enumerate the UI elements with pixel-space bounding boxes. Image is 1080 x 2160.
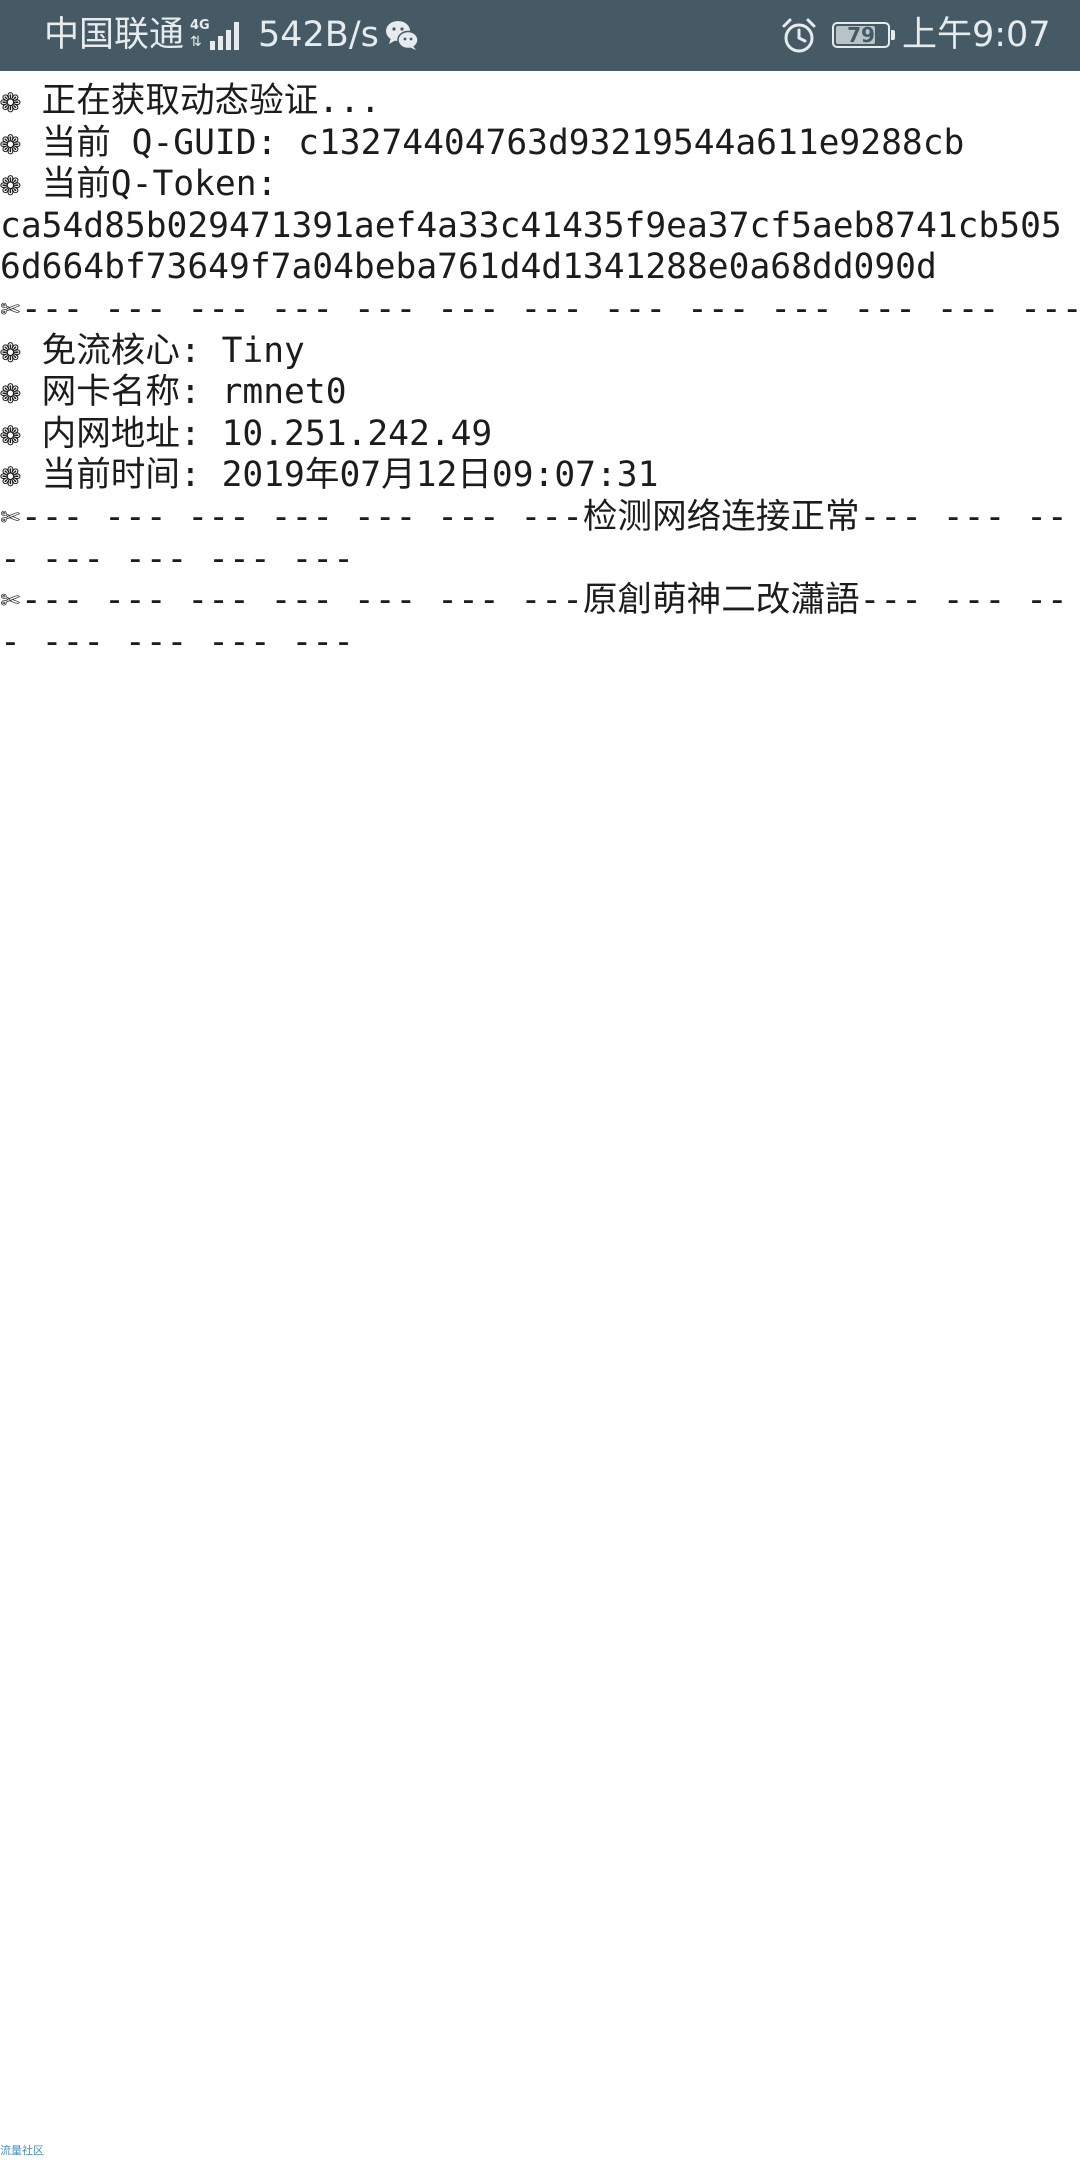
scissors-icon: ✄ bbox=[0, 580, 21, 621]
battery-icon: 79 bbox=[832, 22, 890, 48]
flower-bullet-icon: ❁ bbox=[0, 164, 21, 205]
log-text-ip: 内网地址: 10.251.242.49 bbox=[41, 413, 493, 454]
clock-time: 上午9:07 bbox=[902, 15, 1051, 55]
log-line-token-label: ❁ 当前Q-Token: bbox=[0, 164, 1080, 206]
svg-text:⇅: ⇅ bbox=[190, 34, 202, 50]
battery-level-text: 79 bbox=[847, 23, 875, 47]
log-text-core: 免流核心: Tiny bbox=[41, 330, 305, 371]
separator-dashes: --- --- --- --- --- --- --- --- --- --- … bbox=[20, 288, 1080, 329]
log-separator: ✄--- --- --- --- --- --- --- --- --- ---… bbox=[0, 289, 1080, 331]
log-text-token-label: 当前Q-Token: bbox=[41, 164, 278, 205]
signal-icon: 4G ⇅ bbox=[190, 16, 246, 54]
log-line-fetching: ❁ 正在获取动态验证... bbox=[0, 81, 1080, 123]
network-type-label: 4G bbox=[190, 18, 210, 33]
network-speed: 542B/s bbox=[258, 15, 379, 55]
log-text-network-ok: --- --- --- --- --- --- ---检测网络连接正常--- -… bbox=[0, 496, 1068, 579]
flower-bullet-icon: ❁ bbox=[0, 413, 21, 454]
log-line-nic: ❁ 网卡名称: rmnet0 bbox=[0, 372, 1080, 414]
alarm-icon bbox=[780, 17, 818, 55]
log-line-ip: ❁ 内网地址: 10.251.242.49 bbox=[0, 414, 1080, 456]
terminal-output: ❁ 正在获取动态验证... ❁ 当前 Q-GUID: c13274404763d… bbox=[0, 81, 1080, 663]
log-text-credit: --- --- --- --- --- --- ---原創萌神二改瀟語--- -… bbox=[0, 580, 1068, 662]
flower-bullet-icon: ❁ bbox=[0, 330, 21, 371]
log-line-core: ❁ 免流核心: Tiny bbox=[0, 331, 1080, 373]
log-line-time: ❁ 当前时间: 2019年07月12日09:07:31 bbox=[0, 455, 1080, 497]
scissors-icon: ✄ bbox=[0, 496, 21, 537]
log-line-guid: ❁ 当前 Q-GUID: c13274404763d93219544a611e9… bbox=[0, 123, 1080, 165]
log-line-network-ok: ✄--- --- --- --- --- --- ---检测网络连接正常--- … bbox=[0, 497, 1080, 580]
carrier-name: 中国联通 bbox=[44, 15, 185, 55]
battery-tip bbox=[891, 30, 895, 40]
log-text-guid: 当前 Q-GUID: c13274404763d93219544a611e928… bbox=[41, 122, 965, 163]
log-line-credit: ✄--- --- --- --- --- --- ---原創萌神二改瀟語--- … bbox=[0, 580, 1080, 663]
flower-bullet-icon: ❁ bbox=[0, 81, 21, 121]
log-text-time: 当前时间: 2019年07月12日09:07:31 bbox=[41, 455, 659, 496]
watermark-text: 流量社区 bbox=[0, 2144, 44, 2157]
log-text-nic: 网卡名称: rmnet0 bbox=[41, 372, 347, 413]
flower-bullet-icon: ❁ bbox=[0, 372, 21, 413]
scissors-icon: ✄ bbox=[0, 288, 21, 329]
log-text-fetching: 正在获取动态验证... bbox=[41, 81, 381, 121]
flower-bullet-icon: ❁ bbox=[0, 455, 21, 496]
log-token-value: ca54d85b029471391aef4a33c41435f9ea37cf5a… bbox=[0, 205, 1062, 288]
wechat-icon bbox=[384, 17, 420, 55]
flower-bullet-icon: ❁ bbox=[0, 122, 21, 163]
status-bar: 中国联通 4G ⇅ 542B/s 79 上午9:07 bbox=[0, 0, 1080, 71]
